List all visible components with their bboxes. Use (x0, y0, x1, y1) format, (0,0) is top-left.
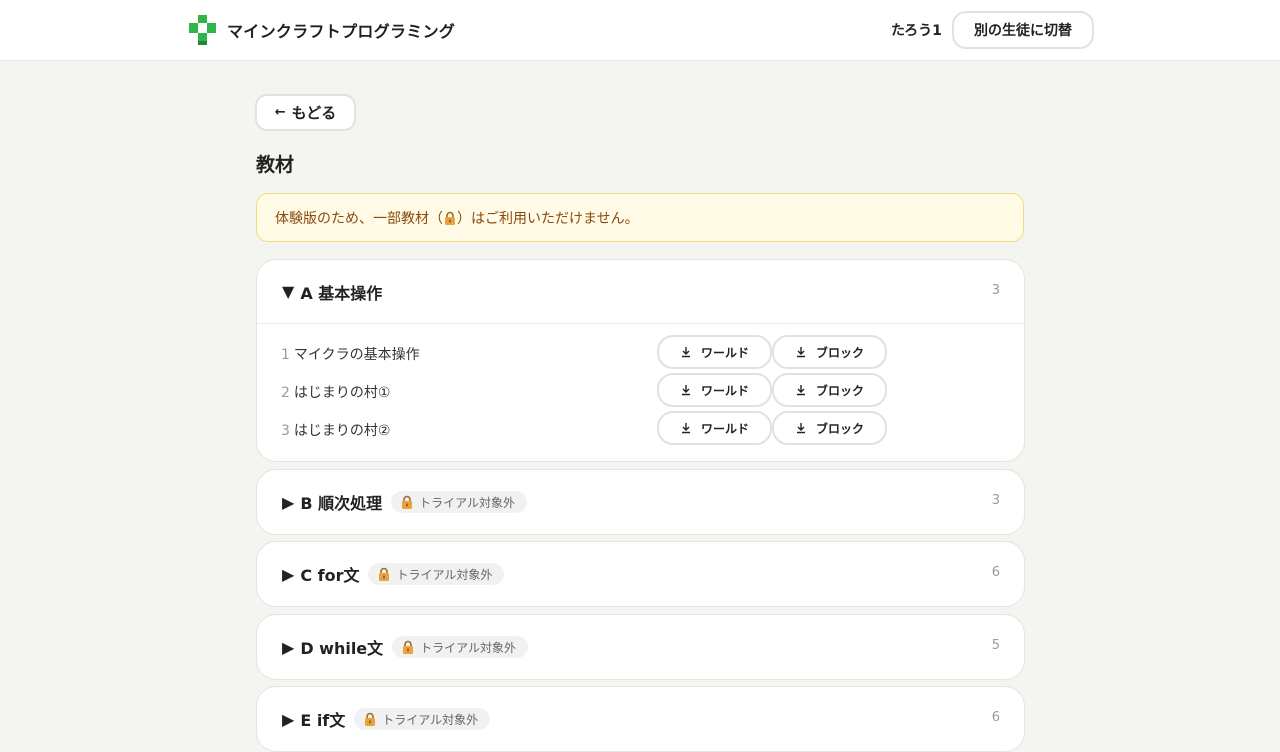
section-title: E if文 (300, 711, 346, 730)
download-block-label: ブロック (815, 421, 864, 436)
notice-text-before: 体験版のため、一部教材（ (275, 210, 443, 227)
trial-excluded-badge: トライアル対象外 (354, 708, 491, 730)
download-block-button[interactable]: ブロック (772, 411, 887, 445)
collapsed-triangle-icon: ▶ (282, 637, 295, 657)
lesson-count: 3 (991, 493, 1000, 508)
back-button[interactable]: ← もどる (255, 94, 356, 131)
lesson-title: はじまりの村② (293, 423, 391, 439)
download-world-button[interactable]: ワールド (657, 335, 772, 369)
lesson-count: 3 (991, 283, 1000, 298)
download-world-button[interactable]: ワールド (657, 411, 772, 445)
lesson-number: 1 (281, 347, 290, 363)
arrow-left-icon: ← (274, 105, 286, 120)
section-card-c[interactable]: ▶ C for文 トライアル対象外 6 (256, 541, 1025, 607)
download-block-button[interactable]: ブロック (772, 373, 887, 407)
lesson-title: マイクラの基本操作 (293, 347, 420, 363)
download-block-button[interactable]: ブロック (772, 335, 887, 369)
collapsed-triangle-icon: ▶ (282, 564, 295, 584)
notice-text-after: ）はご利用いただけません。 (457, 210, 639, 227)
section-card-d[interactable]: ▶ D while文 トライアル対象外 5 (256, 614, 1025, 680)
badge-label: トライアル対象外 (396, 567, 493, 582)
download-world-label: ワールド (700, 383, 749, 398)
lock-icon (400, 495, 414, 509)
download-block-label: ブロック (815, 345, 864, 360)
download-block-label: ブロック (815, 383, 864, 398)
download-icon (795, 384, 807, 396)
section-header-b[interactable]: ▶ B 順次処理 トライアル対象外 3 (257, 470, 1024, 534)
lesson-count: 5 (991, 638, 1000, 653)
lesson-number: 3 (281, 423, 290, 439)
badge-label: トライアル対象外 (419, 495, 515, 510)
section-title: C for文 (300, 566, 360, 585)
lock-icon (443, 211, 457, 225)
download-icon (680, 422, 692, 434)
download-icon (795, 422, 807, 434)
switch-student-button[interactable]: 別の生徒に切替 (952, 11, 1094, 49)
download-icon (680, 384, 692, 396)
lock-icon (377, 567, 391, 581)
trial-excluded-badge: トライアル対象外 (391, 491, 527, 513)
page-title: 教材 (256, 154, 295, 176)
lesson-title: はじまりの村① (293, 385, 391, 401)
section-card-a: ▼ A 基本操作 3 1 マイクラの基本操作 ワールド ブロック 2 はじまりの村①… (256, 259, 1025, 462)
lesson-row: 1 マイクラの基本操作 ワールド ブロック (257, 335, 1024, 373)
lesson-row: 2 はじまりの村① ワールド ブロック (257, 373, 1024, 411)
section-header-d[interactable]: ▶ D while文 トライアル対象外 5 (257, 615, 1024, 679)
badge-label: トライアル対象外 (420, 640, 517, 655)
collapsed-triangle-icon: ▶ (282, 492, 295, 512)
back-label: もどる (291, 104, 337, 122)
section-card-b[interactable]: ▶ B 順次処理 トライアル対象外 3 (256, 469, 1025, 535)
brand-name: マインクラフトプログラミング (227, 22, 456, 41)
trial-excluded-badge: トライアル対象外 (368, 563, 505, 585)
lesson-count: 6 (991, 710, 1000, 725)
badge-label: トライアル対象外 (382, 712, 479, 727)
download-world-label: ワールド (700, 421, 749, 436)
top-header: マインクラフトプログラミング たろう1 別の生徒に切替 (0, 0, 1280, 61)
lesson-number: 2 (281, 385, 290, 401)
expanded-triangle-icon: ▼ (282, 282, 295, 301)
section-title: B 順次処理 (300, 494, 383, 513)
collapsed-triangle-icon: ▶ (282, 709, 295, 729)
section-title: D while文 (300, 639, 384, 658)
download-icon (795, 346, 807, 358)
lesson-count: 6 (991, 565, 1000, 580)
green-plus-logo-icon (189, 15, 216, 45)
section-header-c[interactable]: ▶ C for文 トライアル対象外 6 (257, 542, 1024, 606)
current-user-name: たろう1 (891, 23, 942, 39)
brand[interactable]: マインクラフトプログラミング (189, 15, 455, 45)
lesson-list: 1 マイクラの基本操作 ワールド ブロック 2 はじまりの村① ワールド ブロック … (257, 323, 1024, 449)
download-world-label: ワールド (700, 345, 749, 360)
lock-icon (363, 712, 377, 726)
trial-notice: 体験版のため、一部教材（ ）はご利用いただけません。 (256, 193, 1024, 242)
lock-icon (401, 640, 415, 654)
lesson-row: 3 はじまりの村② ワールド ブロック (257, 411, 1024, 449)
section-header-e[interactable]: ▶ E if文 トライアル対象外 6 (257, 687, 1024, 751)
section-header-a[interactable]: ▼ A 基本操作 3 (257, 260, 1024, 323)
download-icon (680, 346, 692, 358)
download-world-button[interactable]: ワールド (657, 373, 772, 407)
trial-excluded-badge: トライアル対象外 (392, 636, 529, 658)
section-title: A 基本操作 (300, 283, 383, 303)
section-card-e[interactable]: ▶ E if文 トライアル対象外 6 (256, 686, 1025, 752)
